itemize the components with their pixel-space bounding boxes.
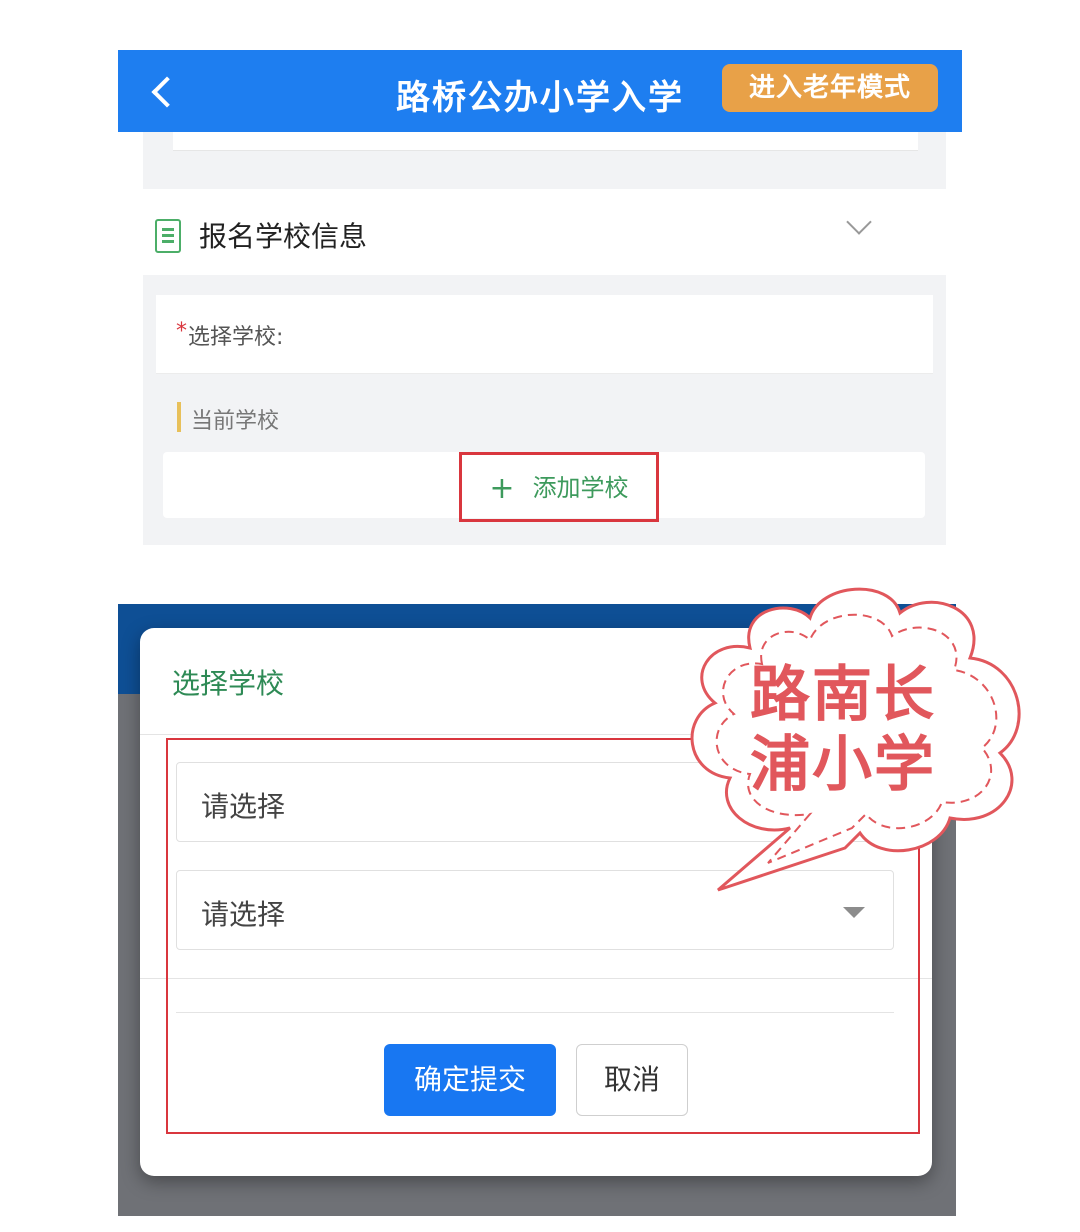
section-title: 报名学校信息 — [199, 220, 368, 253]
add-school-row: + 添加学校 — [163, 452, 925, 522]
plus-icon: + — [489, 471, 515, 506]
required-mark: * — [176, 319, 187, 344]
annotation-line-1: 路南长 — [750, 660, 936, 730]
current-school-marker — [177, 402, 181, 432]
annotation-callout: 路南长 浦小学 — [670, 578, 1040, 898]
document-icon — [155, 219, 181, 253]
chevron-down-icon[interactable] — [846, 209, 872, 235]
select-school-field[interactable]: * 选择学校: — [156, 295, 933, 374]
previous-section-footer — [143, 132, 946, 189]
current-school-label: 当前学校 — [191, 409, 280, 434]
annotation-line-2: 浦小学 — [750, 730, 936, 800]
elder-mode-button[interactable]: 进入老年模式 — [722, 64, 938, 112]
school-info-section-header[interactable]: 报名学校信息 — [143, 189, 946, 275]
previous-field-bottom — [173, 132, 918, 151]
annotation-text: 路南长 浦小学 — [750, 660, 950, 800]
registration-screen: 路桥公办小学入学 进入老年模式 报名学校信息 * 选择学校: 当前学校 + 添加学… — [118, 50, 962, 550]
top-nav-bar: 路桥公办小学入学 进入老年模式 — [118, 50, 962, 132]
add-school-label: 添加学校 — [532, 474, 629, 502]
add-school-button[interactable]: + 添加学校 — [459, 452, 659, 522]
select-school-label: 选择学校: — [188, 325, 284, 350]
modal-title: 选择学校 — [172, 667, 285, 700]
school-info-section-body: * 选择学校: 当前学校 + 添加学校 — [143, 275, 946, 545]
